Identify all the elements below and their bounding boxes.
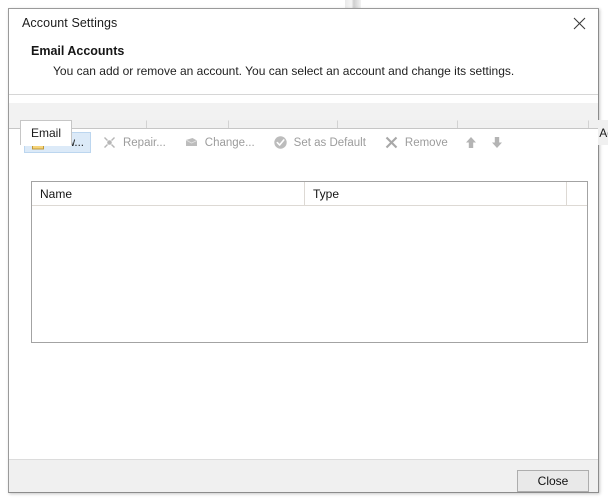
column-header-name[interactable]: Name — [32, 182, 305, 205]
accounts-list[interactable]: Name Type — [31, 181, 588, 343]
header-description: You can add or remove an account. You ca… — [53, 64, 515, 78]
tab-email[interactable]: Email — [20, 120, 73, 146]
close-x-icon[interactable] — [564, 10, 594, 36]
arrow-up-icon — [463, 135, 479, 151]
header-divider — [9, 94, 598, 95]
remove-account-label: Remove — [404, 136, 448, 149]
tab-strip: Email Data Files RSS Feeds SharePoint Li… — [9, 103, 608, 146]
change-account-label: Change... — [204, 136, 255, 149]
repair-wrench-icon — [102, 135, 118, 151]
checkmark-circle-icon — [273, 135, 289, 151]
arrow-down-icon — [489, 135, 505, 151]
tab-panel-email: New... Repair... Chang — [9, 128, 598, 459]
close-button[interactable]: Close — [517, 470, 589, 492]
window-title: Account Settings — [22, 16, 118, 30]
accounts-toolbar: New... Repair... Chang — [9, 129, 598, 156]
dialog-footer: Close — [9, 459, 598, 492]
column-header-spacer — [567, 182, 587, 205]
set-as-default-button[interactable]: Set as Default — [266, 132, 373, 153]
repair-account-label: Repair... — [122, 136, 166, 149]
move-down-button[interactable] — [485, 132, 509, 153]
dialog-titlebar: Account Settings — [9, 9, 598, 39]
column-header-type[interactable]: Type — [305, 182, 567, 205]
change-account-button[interactable]: Change... — [177, 132, 262, 153]
move-up-button[interactable] — [459, 132, 483, 153]
repair-account-button[interactable]: Repair... — [95, 132, 173, 153]
accounts-list-body[interactable] — [32, 206, 587, 342]
change-envelope-icon — [184, 135, 200, 151]
header-heading: Email Accounts — [31, 44, 125, 58]
remove-account-button[interactable]: Remove — [377, 132, 455, 153]
account-settings-dialog: Account Settings Email Accounts You can … — [8, 8, 608, 493]
dialog-header: Email Accounts You can add or remove an … — [9, 39, 598, 94]
accounts-list-header: Name Type — [32, 182, 587, 206]
remove-x-icon — [384, 135, 400, 151]
set-as-default-label: Set as Default — [293, 136, 366, 149]
